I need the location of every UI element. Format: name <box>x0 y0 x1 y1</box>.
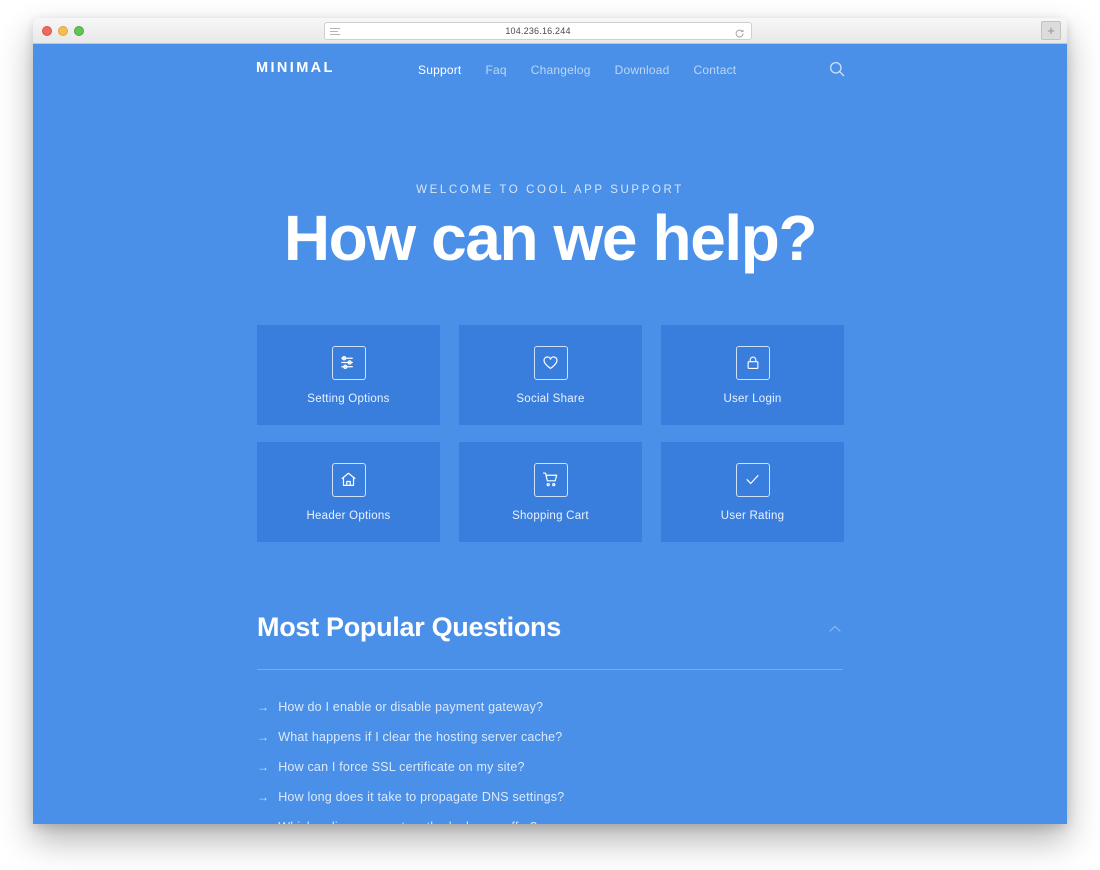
category-label: User Login <box>723 392 782 405</box>
faq-question-text: Which online payment methods do you offe… <box>278 820 537 824</box>
category-card-setting-options[interactable]: Setting Options <box>257 325 440 426</box>
new-tab-button[interactable]: + <box>1041 21 1061 40</box>
category-card-shopping-cart[interactable]: Shopping Cart <box>459 442 642 543</box>
check-icon <box>735 462 770 497</box>
site-header: MINIMAL Support Faq Changelog Download C… <box>33 44 1067 96</box>
reader-view-icon[interactable] <box>330 28 340 36</box>
zoom-button[interactable] <box>74 26 84 36</box>
lock-icon <box>735 345 770 380</box>
category-card-social-share[interactable]: Social Share <box>459 325 642 426</box>
faq-section-title: Most Popular Questions <box>257 612 561 643</box>
close-button[interactable] <box>42 26 52 36</box>
home-icon <box>331 462 366 497</box>
faq-question-text: How do I enable or disable payment gatew… <box>278 700 544 715</box>
faq-list-item[interactable]: → How long does it take to propagate DNS… <box>257 782 843 812</box>
page-viewport: MINIMAL Support Faq Changelog Download C… <box>33 44 1067 824</box>
arrow-right-icon: → <box>257 820 269 824</box>
main-nav: Support Faq Changelog Download Contact <box>418 63 736 77</box>
hero-section: WELCOME TO COOL APP SUPPORT How can we h… <box>33 184 1067 272</box>
arrow-right-icon: → <box>257 730 270 745</box>
nav-item-changelog[interactable]: Changelog <box>531 63 591 77</box>
reload-icon[interactable] <box>734 26 745 38</box>
category-card-header-options[interactable]: Header Options <box>257 442 440 543</box>
arrow-right-icon: → <box>257 790 270 805</box>
category-label: Shopping Cart <box>512 509 589 522</box>
nav-item-download[interactable]: Download <box>615 63 670 77</box>
category-grid: Setting Options Social Share User Login … <box>257 325 844 543</box>
category-label: Setting Options <box>307 392 390 405</box>
faq-question-text: How long does it take to propagate DNS s… <box>278 790 565 805</box>
page-title: How can we help? <box>283 202 818 274</box>
faq-list-item[interactable]: → What happens if I clear the hosting se… <box>257 722 843 752</box>
faq-list: → How do I enable or disable payment gat… <box>257 692 843 824</box>
search-icon[interactable] <box>828 60 846 78</box>
faq-question-text: How can I force SSL certificate on my si… <box>278 760 525 775</box>
faq-list-item[interactable]: → Which online payment methods do you of… <box>257 812 843 824</box>
browser-toolbar: 104.236.16.244 + <box>33 18 1067 44</box>
category-label: Social Share <box>516 392 585 405</box>
brand-logo[interactable]: MINIMAL <box>256 60 335 76</box>
faq-list-item[interactable]: → How do I enable or disable payment gat… <box>257 692 843 722</box>
arrow-right-icon: → <box>257 700 270 715</box>
category-label: Header Options <box>306 509 391 522</box>
faq-question-text: What happens if I clear the hosting serv… <box>278 730 563 745</box>
browser-window: 104.236.16.244 + MINIMAL Support Faq Cha… <box>33 18 1067 824</box>
chevron-up-icon[interactable] <box>827 621 843 637</box>
faq-section: Most Popular Questions → How do I enable… <box>257 612 843 824</box>
window-controls <box>42 26 84 36</box>
category-card-user-login[interactable]: User Login <box>661 325 844 426</box>
minimize-button[interactable] <box>58 26 68 36</box>
address-bar[interactable]: 104.236.16.244 <box>324 22 752 40</box>
arrow-right-icon: → <box>257 760 270 775</box>
category-card-user-rating[interactable]: User Rating <box>661 442 844 543</box>
hero-eyebrow: WELCOME TO COOL APP SUPPORT <box>416 184 684 196</box>
sliders-icon <box>331 345 366 380</box>
shopping-cart-icon <box>533 462 568 497</box>
heart-icon <box>533 345 568 380</box>
faq-list-item[interactable]: → How can I force SSL certificate on my … <box>257 752 843 782</box>
url-text: 104.236.16.244 <box>505 26 571 36</box>
nav-item-contact[interactable]: Contact <box>694 63 737 77</box>
nav-item-support[interactable]: Support <box>418 63 461 77</box>
faq-header: Most Popular Questions <box>257 612 843 671</box>
category-label: User Rating <box>720 509 785 522</box>
nav-item-faq[interactable]: Faq <box>485 63 506 77</box>
